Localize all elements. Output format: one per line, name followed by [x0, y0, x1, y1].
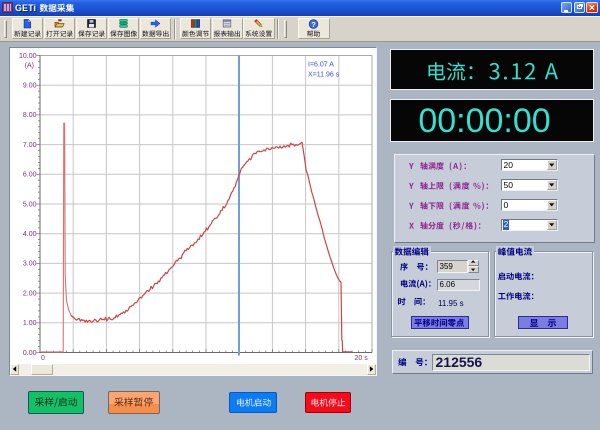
- svg-text:0: 0: [41, 355, 45, 362]
- svg-text:20 s: 20 s: [355, 355, 369, 362]
- svg-text:X=11.96 s: X=11.96 s: [308, 72, 340, 79]
- svg-text:?: ?: [311, 20, 316, 29]
- svg-text:8.00: 8.00: [23, 112, 37, 119]
- svg-text:4.00: 4.00: [23, 231, 37, 238]
- svg-text:1.00: 1.00: [23, 320, 37, 327]
- svg-text:6.00: 6.00: [23, 172, 37, 179]
- svg-text:9.00: 9.00: [23, 83, 37, 90]
- svg-text:2.00: 2.00: [23, 290, 37, 297]
- svg-text:10.00: 10.00: [19, 53, 37, 60]
- svg-text:3.00: 3.00: [23, 261, 37, 268]
- svg-text:5.00: 5.00: [23, 201, 37, 208]
- svg-text:7.00: 7.00: [23, 142, 37, 149]
- svg-text:I=6.07 A: I=6.07 A: [308, 62, 334, 69]
- svg-text:0.00: 0.00: [23, 350, 37, 357]
- svg-text:(A): (A): [25, 62, 34, 69]
